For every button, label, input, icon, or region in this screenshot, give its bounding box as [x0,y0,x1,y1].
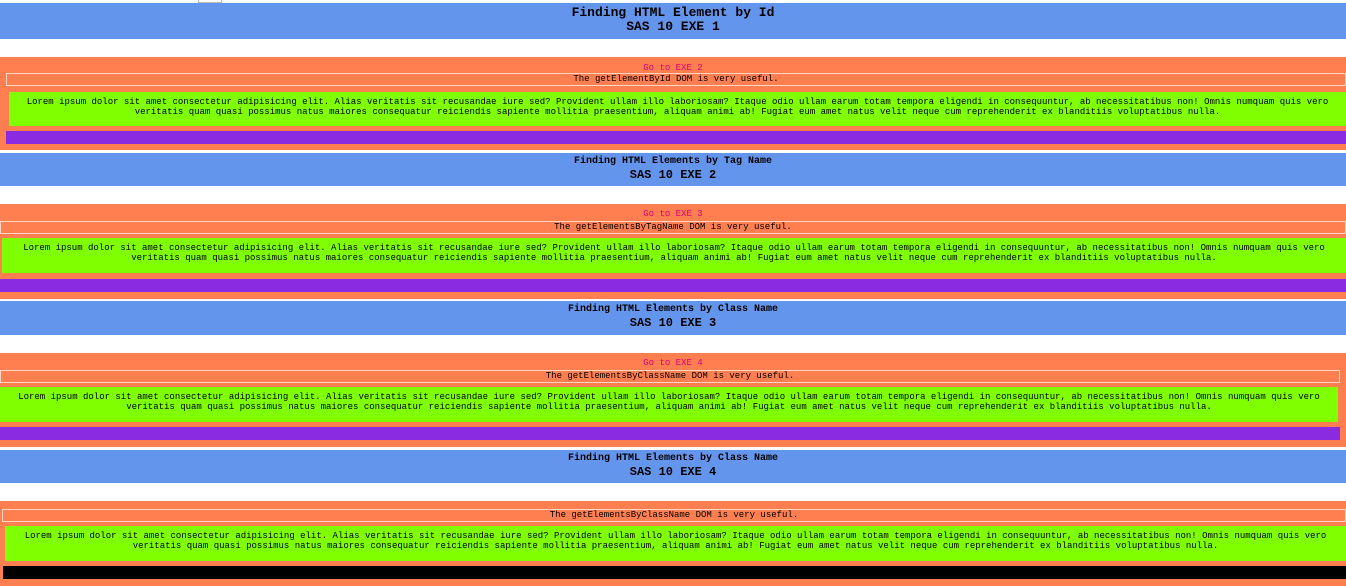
useful-post: DOM is very useful. [670,74,779,84]
useful-line: The getElementsByClassName DOM is very u… [0,370,1340,383]
header-subtitle: SAS 10 EXE 4 [629,465,717,479]
header-exe4: Finding HTML Elements by Class Name SAS … [0,450,1346,483]
lorem-paragraph: Lorem ipsum dolor sit amet consectetur a… [9,92,1346,126]
useful-pre: The [545,371,568,381]
header-exe3: Finding HTML Elements by Class Name SAS … [0,301,1346,335]
useful-pre: The [573,74,595,84]
useful-post: DOM is very useful. [690,510,799,520]
useful-pre: The [549,510,572,520]
useful-method: getElementsByClassName [567,371,687,381]
section-exe1: Go to EXE 2 The getElementById DOM is ve… [0,57,1346,150]
go-to-link[interactable]: Go to EXE 2 [0,63,1346,73]
bar-strip [6,131,1346,144]
go-to-link[interactable]: Go to EXE 3 [0,209,1346,219]
header-exe2: Finding HTML Elements by Tag Name SAS 10… [0,153,1346,186]
useful-method: getElementById [594,74,671,84]
header-subtitle: SAS 10 EXE 2 [629,168,717,182]
section-exe4: The getElementsByClassName DOM is very u… [0,501,1346,586]
section-exe3: Go to EXE 4 The getElementsByClassName D… [0,353,1346,447]
lorem-paragraph: Lorem ipsum dolor sit amet consectetur a… [0,387,1338,422]
bar-strip [0,427,1340,440]
useful-pre: The [554,222,576,232]
useful-post: DOM is very useful. [686,371,795,381]
lorem-paragraph: Lorem ipsum dolor sit amet consectetur a… [2,238,1346,273]
page: Finding HTML Element by Id SAS 10 EXE 1 … [0,0,1346,586]
useful-line: The getElementById DOM is very useful. [6,73,1346,86]
useful-method: getElementsByTagName [575,222,684,232]
header-subtitle: SAS 10 EXE 3 [629,316,717,330]
useful-post: DOM is very useful. [683,222,792,232]
header-subtitle: SAS 10 EXE 1 [626,19,720,34]
bar-strip [0,279,1346,292]
useful-method: getElementsByClassName [571,510,691,520]
header-title: Finding HTML Elements by Tag Name [573,156,773,167]
lorem-paragraph: Lorem ipsum dolor sit amet consectetur a… [5,526,1346,561]
header-title: Finding HTML Elements by Class Name [567,304,779,315]
bar-strip [3,566,1346,579]
useful-line: The getElementsByTagName DOM is very use… [0,221,1346,234]
header-exe1: Finding HTML Element by Id SAS 10 EXE 1 [0,3,1346,39]
header-title: Finding HTML Element by Id [571,5,775,20]
section-exe2: Go to EXE 3 The getElementsByTagName DOM… [0,204,1346,299]
go-to-link[interactable]: Go to EXE 4 [0,358,1346,368]
useful-line: The getElementsByClassName DOM is very u… [2,509,1346,522]
header-title: Finding HTML Elements by Class Name [567,453,779,464]
